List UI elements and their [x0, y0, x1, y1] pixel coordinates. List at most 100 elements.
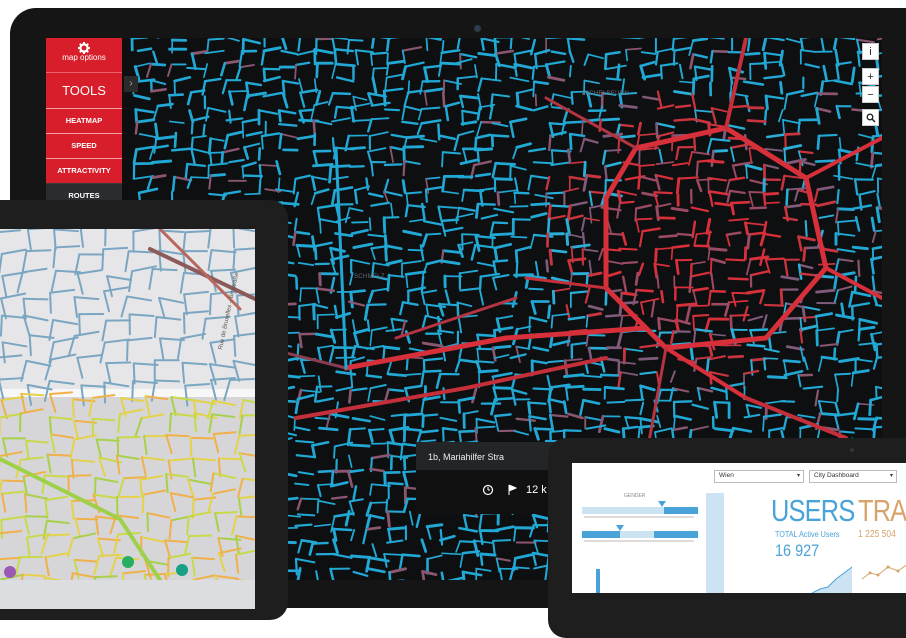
street-segment	[837, 315, 854, 318]
street-segment	[428, 555, 442, 558]
street-segment	[497, 558, 500, 571]
street-segment	[1, 316, 2, 336]
street-segment	[781, 82, 782, 93]
street-segment	[148, 178, 151, 189]
view-select[interactable]: City Dashboard ▾	[809, 470, 897, 483]
street-segment	[459, 208, 475, 211]
street-segment	[747, 290, 764, 293]
street-segment	[674, 401, 691, 402]
street-segment	[349, 455, 352, 467]
poi-marker[interactable]	[4, 566, 16, 578]
street-segment	[127, 340, 128, 360]
region-select[interactable]: Wien ▾	[714, 470, 804, 483]
street-segment	[607, 66, 626, 69]
street-segment	[301, 499, 319, 500]
street-segment	[354, 572, 368, 576]
street-segment	[654, 192, 671, 193]
attractivity-button[interactable]: ATTRACTIVITY	[46, 158, 122, 183]
street-segment	[175, 133, 176, 147]
street-segment	[802, 93, 818, 96]
street-segment	[392, 319, 394, 331]
map-options-button[interactable]: map options	[46, 38, 122, 72]
street-segment	[495, 38, 496, 51]
street-segment	[385, 109, 399, 110]
street-segment	[551, 162, 569, 164]
street-segment	[298, 136, 314, 139]
street-segment	[729, 278, 748, 279]
info-button[interactable]: i	[862, 43, 879, 60]
street-segment	[425, 92, 427, 105]
address-popup[interactable]: 1b, Mariahilfer Stra 12 k	[416, 442, 566, 514]
street-segment	[871, 331, 882, 335]
heatmap-button[interactable]: HEATMAP	[46, 108, 122, 133]
street-segment	[605, 163, 620, 167]
street-segment	[99, 555, 121, 556]
speed-button[interactable]: SPEED	[46, 133, 122, 158]
street-segment	[169, 95, 182, 96]
street-segment	[442, 50, 459, 52]
zoom-in-button[interactable]: +	[862, 68, 879, 85]
city-dashboard[interactable]: Wien ▾ City Dashboard ▾ GENDER USERS TOT…	[572, 463, 906, 593]
street-segment	[460, 271, 478, 274]
tablet-left-screen[interactable]: Rue de Bruxelles – Brostraße	[0, 229, 255, 609]
street-segment	[620, 125, 633, 126]
street-segment	[855, 179, 857, 194]
street-segment	[371, 385, 386, 388]
street-segment	[209, 176, 210, 189]
poi-marker[interactable]	[176, 564, 188, 576]
tablet-street-map[interactable]	[0, 229, 255, 580]
street-segment	[295, 219, 297, 230]
street-segment	[155, 381, 179, 382]
street-segment	[264, 48, 280, 51]
popup-address: 1b, Mariahilfer Stra	[428, 452, 504, 462]
street-segment	[185, 231, 209, 232]
street-segment	[260, 165, 277, 166]
street-segment	[745, 415, 760, 417]
street-segment	[169, 95, 171, 108]
street-segment	[318, 501, 334, 504]
street-segment	[515, 178, 518, 191]
street-segment	[834, 38, 836, 49]
street-segment	[727, 235, 730, 246]
street-segment	[711, 259, 724, 262]
street-segment	[294, 179, 296, 194]
street-segment	[426, 305, 428, 316]
street-segment	[495, 179, 511, 180]
street-segment	[402, 122, 417, 124]
street-segment	[384, 554, 387, 567]
street-segment	[787, 39, 800, 43]
street-segment	[816, 161, 835, 162]
street-segment	[366, 528, 379, 530]
street-segment	[225, 61, 239, 63]
street-segment	[731, 316, 732, 329]
poi-marker[interactable]	[122, 556, 134, 568]
street-segment	[554, 341, 570, 345]
street-segment	[353, 97, 366, 100]
street-segment	[460, 541, 473, 542]
collapse-panel-button[interactable]: ›	[124, 76, 138, 92]
street-segment	[320, 219, 321, 233]
street-segment	[229, 160, 243, 162]
popup-meta: 12 k	[526, 484, 547, 496]
street-segment	[607, 402, 624, 403]
street-segment	[443, 92, 444, 106]
street-segment	[459, 401, 460, 413]
street-segment	[568, 38, 584, 39]
street-segment	[132, 381, 133, 401]
street-segment	[389, 374, 406, 375]
street-segment	[498, 193, 499, 205]
street-segment	[548, 77, 563, 80]
street-segment	[641, 302, 643, 314]
zoom-out-button[interactable]: −	[862, 86, 879, 103]
street-segment	[441, 261, 459, 264]
search-button[interactable]	[862, 109, 879, 126]
street-segment	[819, 401, 834, 402]
street-segment	[531, 176, 548, 179]
street-segment	[674, 38, 689, 39]
street-segment	[384, 192, 401, 196]
street-segment	[795, 190, 798, 201]
street-segment	[550, 250, 551, 264]
street-segment	[659, 318, 678, 321]
street-segment	[390, 147, 403, 150]
street-segment	[590, 192, 592, 205]
